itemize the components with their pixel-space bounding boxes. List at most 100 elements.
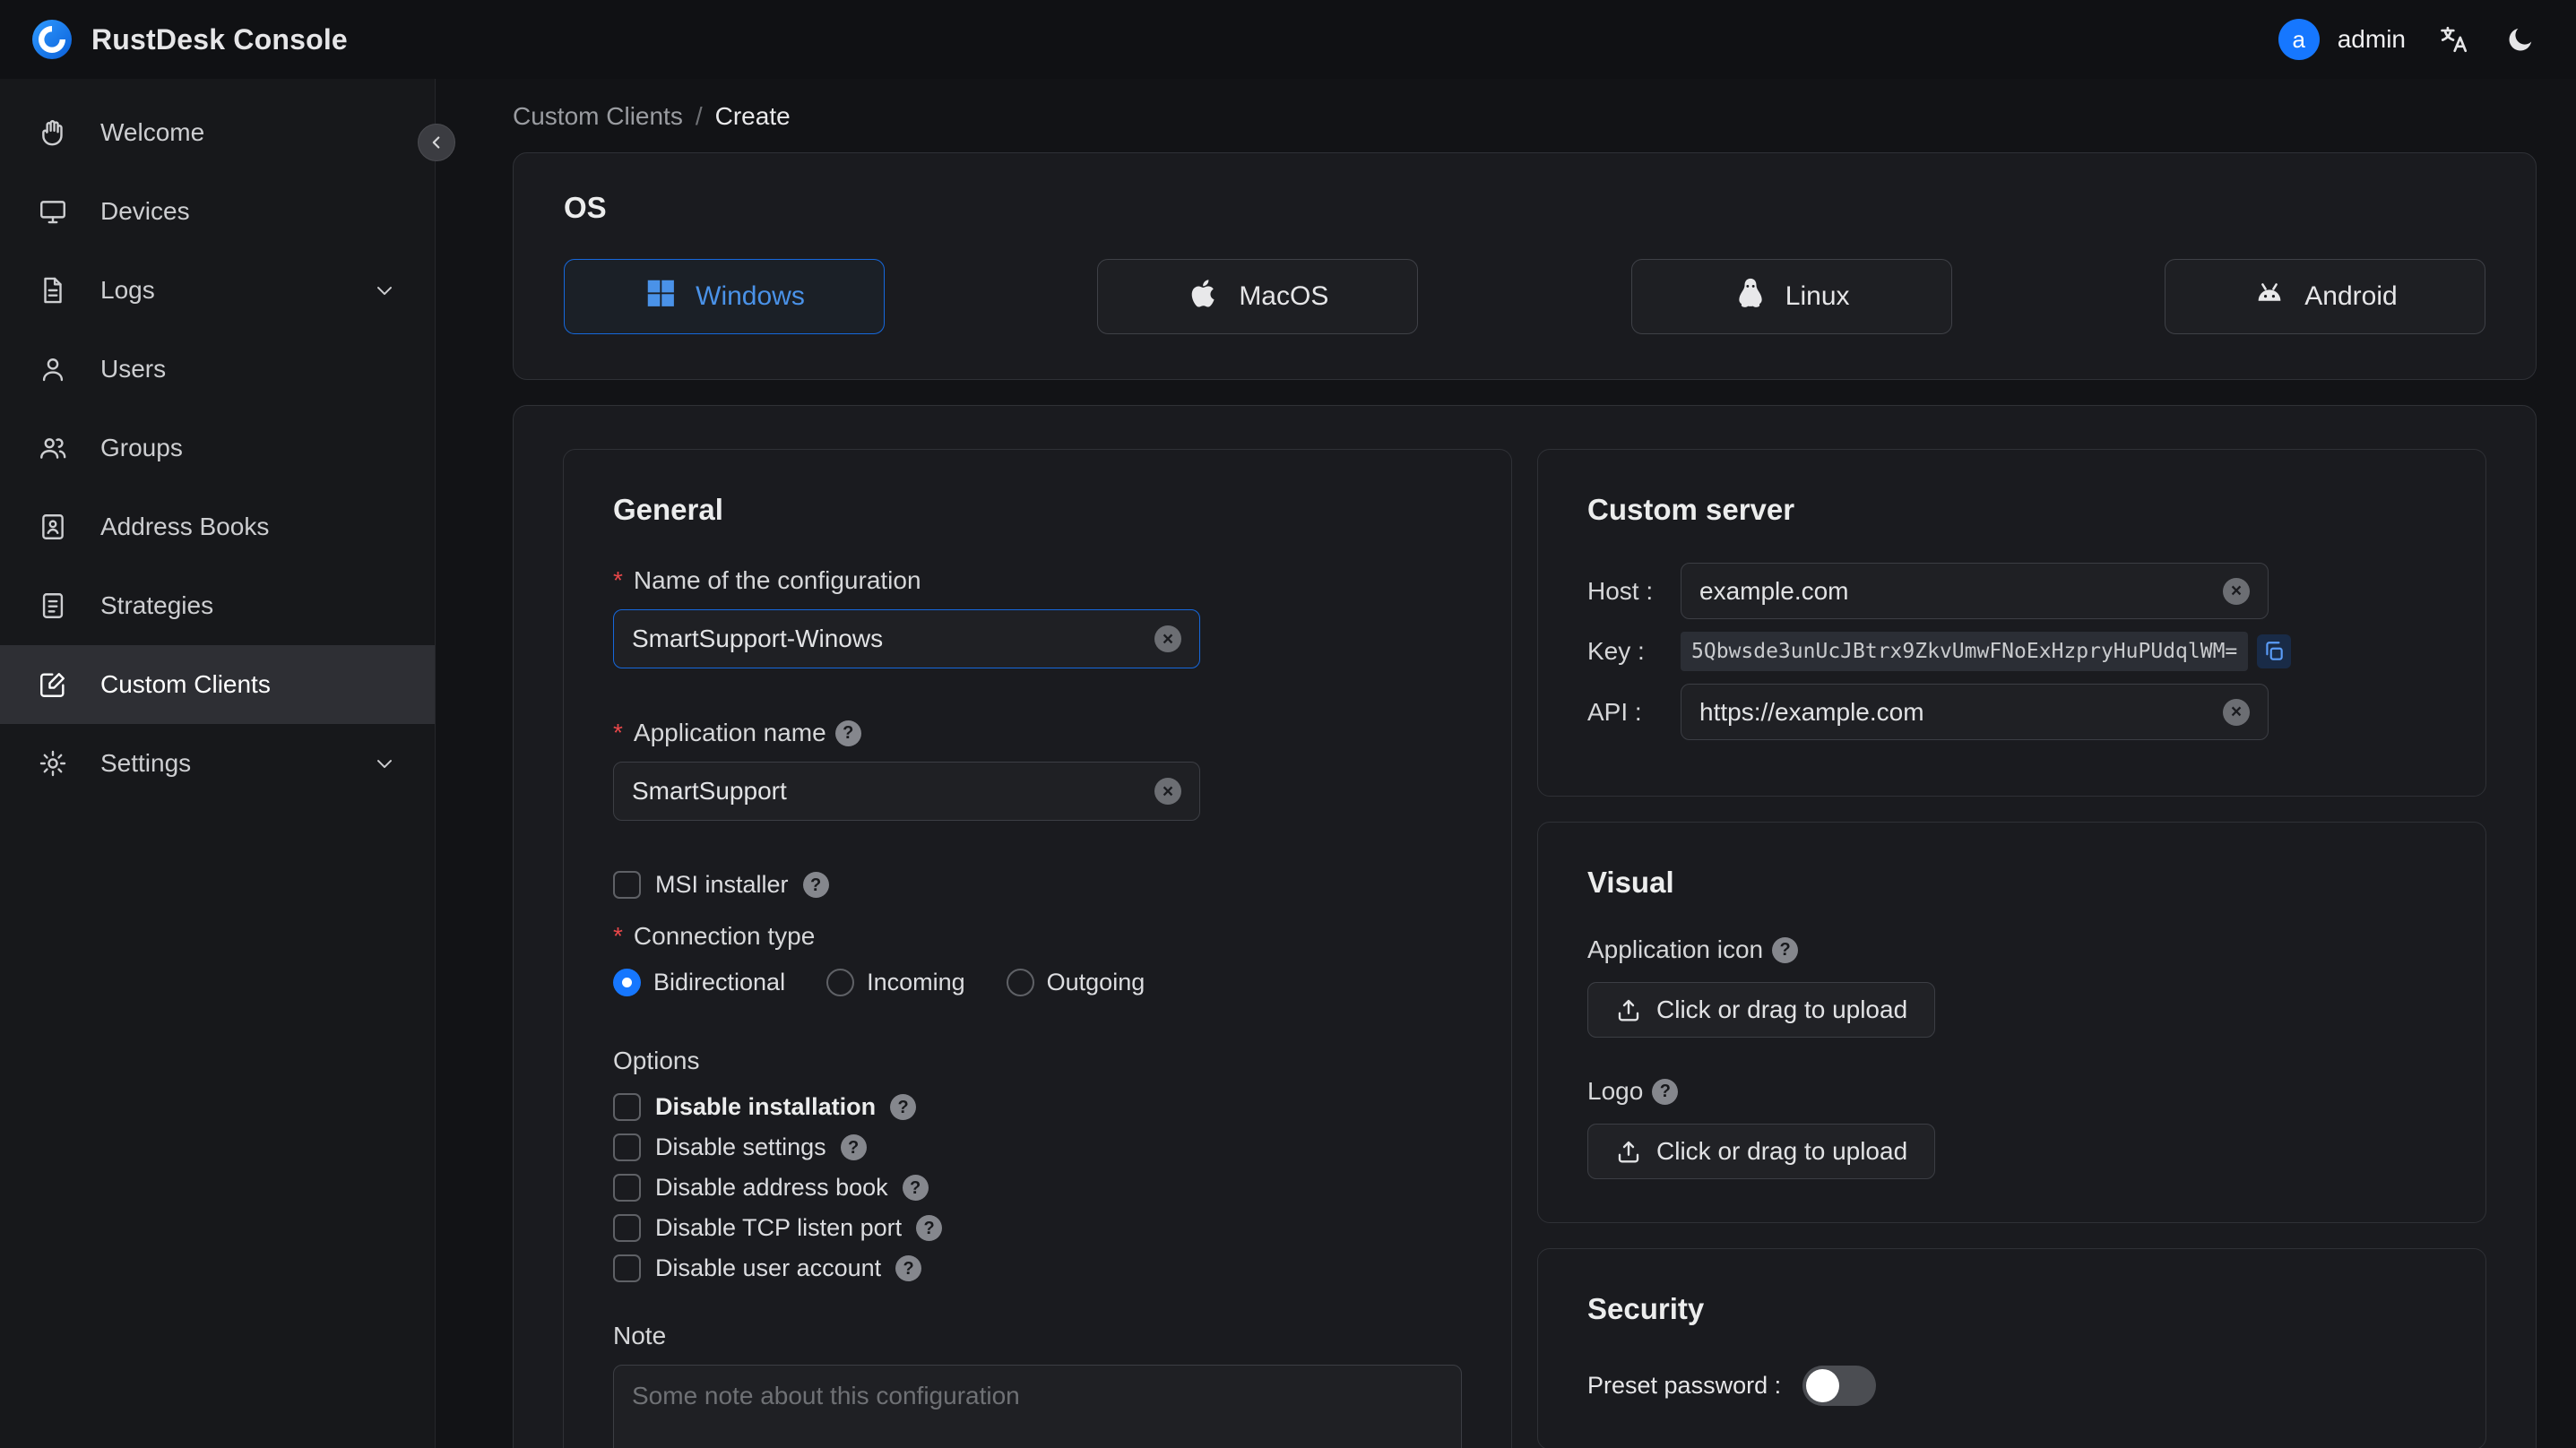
- required-marker: *: [613, 922, 623, 950]
- disable-installation-checkbox[interactable]: [613, 1093, 641, 1121]
- key-label: Key :: [1587, 637, 1645, 665]
- android-icon: [2252, 276, 2286, 317]
- edit-square-icon: [38, 669, 68, 700]
- key-row: Key : 5Qbwsde3unUcJBtrx9ZkvUmwFNoExHzpry…: [1587, 632, 2436, 671]
- note-textarea[interactable]: [613, 1365, 1462, 1448]
- radio-icon[interactable]: [826, 969, 855, 996]
- disable-address-book-checkbox[interactable]: [613, 1174, 641, 1202]
- msi-installer-checkbox[interactable]: [613, 871, 641, 899]
- custom-server-card: Custom server Host : × Key : 5Qbwsde3unU…: [1537, 449, 2486, 797]
- custom-server-title: Custom server: [1587, 493, 1795, 526]
- language-icon[interactable]: [2436, 22, 2472, 57]
- os-section: OS Windows MacOS Linux Android: [513, 152, 2537, 380]
- app-title: RustDesk Console: [91, 22, 348, 56]
- general-title: General: [613, 493, 723, 526]
- sidebar-item-custom-clients[interactable]: Custom Clients: [0, 645, 435, 724]
- sidebar-item-address-books[interactable]: Address Books: [0, 487, 435, 566]
- preset-password-row: Preset password :: [1587, 1366, 2436, 1406]
- logo-label: Logo ?: [1587, 1077, 2436, 1106]
- app-name-input[interactable]: [632, 777, 1142, 806]
- preset-password-toggle[interactable]: [1802, 1366, 1877, 1406]
- gear-icon: [38, 748, 68, 779]
- breadcrumb-parent[interactable]: Custom Clients: [513, 102, 683, 131]
- app-name-label: * Application name ?: [613, 719, 1462, 747]
- os-button-macos[interactable]: MacOS: [1097, 259, 1419, 334]
- os-button-android[interactable]: Android: [2164, 259, 2485, 334]
- connection-type-options: Bidirectional Incoming Outgoing: [613, 969, 1462, 996]
- username[interactable]: admin: [2338, 25, 2406, 54]
- help-icon[interactable]: ?: [916, 1215, 943, 1241]
- disable-user-account-checkbox[interactable]: [613, 1254, 641, 1282]
- upload-label: Click or drag to upload: [1656, 1137, 1908, 1165]
- sidebar-label: Logs: [100, 276, 155, 304]
- preset-password-label: Preset password :: [1587, 1372, 1782, 1399]
- radio-incoming[interactable]: Incoming: [826, 969, 965, 996]
- options-heading: Options: [613, 1047, 700, 1074]
- sidebar-item-devices[interactable]: Devices: [0, 172, 435, 251]
- help-icon[interactable]: ?: [1652, 1078, 1679, 1105]
- help-icon[interactable]: ?: [1772, 936, 1799, 963]
- dark-mode-icon[interactable]: [2503, 22, 2538, 57]
- msi-installer-label: MSI installer: [655, 871, 789, 898]
- disable-settings-checkbox[interactable]: [613, 1133, 641, 1161]
- radio-icon[interactable]: [1006, 969, 1034, 996]
- os-button-label: Windows: [696, 281, 805, 311]
- radio-outgoing[interactable]: Outgoing: [1006, 969, 1145, 996]
- copy-icon[interactable]: [2257, 634, 2292, 668]
- radio-bidirectional[interactable]: Bidirectional: [613, 969, 785, 996]
- os-button-linux[interactable]: Linux: [1630, 259, 1952, 334]
- radio-selected-icon[interactable]: [613, 969, 641, 996]
- help-icon[interactable]: ?: [834, 720, 861, 746]
- api-input[interactable]: [1699, 697, 2210, 727]
- logo-upload-button[interactable]: Click or drag to upload: [1587, 1124, 1936, 1179]
- sidebar-item-logs[interactable]: Logs: [0, 251, 435, 330]
- api-row: API : ×: [1587, 684, 2436, 740]
- disable-tcp-listen-port-checkbox[interactable]: [613, 1214, 641, 1242]
- note-label: Note: [613, 1322, 667, 1349]
- windows-icon: [644, 276, 678, 317]
- wave-hand-icon: [38, 117, 68, 148]
- host-row: Host : ×: [1587, 563, 2436, 619]
- option-disable-user-account: Disable user account ?: [613, 1254, 1462, 1282]
- sidebar-collapse-button[interactable]: [418, 124, 455, 161]
- create-form: General * Name of the configuration × * …: [513, 405, 2537, 1448]
- sidebar-label: Custom Clients: [100, 670, 271, 698]
- sidebar-label: Groups: [100, 434, 183, 461]
- key-value: 5Qbwsde3unUcJBtrx9ZkvUmwFNoExHzpryHuPUdq…: [1681, 632, 2249, 671]
- help-icon[interactable]: ?: [895, 1255, 922, 1281]
- clear-icon[interactable]: ×: [1154, 778, 1181, 805]
- clear-icon[interactable]: ×: [2223, 698, 2250, 726]
- clear-icon[interactable]: ×: [2223, 577, 2250, 605]
- help-icon[interactable]: ?: [802, 872, 829, 898]
- app-name-input-wrap: ×: [613, 762, 1200, 821]
- host-label: Host :: [1587, 576, 1654, 605]
- sidebar-item-users[interactable]: Users: [0, 330, 435, 409]
- msi-installer-row: MSI installer ?: [613, 871, 1462, 899]
- os-button-windows[interactable]: Windows: [564, 259, 885, 334]
- help-icon[interactable]: ?: [902, 1175, 929, 1201]
- sidebar-item-groups[interactable]: Groups: [0, 409, 435, 487]
- required-marker: *: [613, 566, 623, 594]
- upload-label: Click or drag to upload: [1656, 996, 1908, 1023]
- help-icon[interactable]: ?: [890, 1094, 917, 1120]
- strategy-list-icon: [38, 590, 68, 621]
- sidebar-item-welcome[interactable]: Welcome: [0, 93, 435, 172]
- name-input[interactable]: [632, 625, 1142, 653]
- option-disable-tcp-listen-port: Disable TCP listen port ?: [613, 1214, 1462, 1242]
- host-input[interactable]: [1699, 576, 2210, 606]
- name-input-wrap: ×: [613, 609, 1200, 668]
- sidebar-item-settings[interactable]: Settings: [0, 724, 435, 803]
- clear-icon[interactable]: ×: [1154, 625, 1181, 652]
- app-icon-upload-button[interactable]: Click or drag to upload: [1587, 982, 1936, 1038]
- security-title: Security: [1587, 1292, 1705, 1325]
- user-icon: [38, 354, 68, 384]
- linux-icon: [1733, 276, 1768, 317]
- api-input-wrap: ×: [1681, 684, 2269, 740]
- key-value-box: 5Qbwsde3unUcJBtrx9ZkvUmwFNoExHzpryHuPUdq…: [1681, 632, 2292, 671]
- file-icon: [38, 275, 68, 306]
- visual-card: Visual Application icon ? Click or drag …: [1537, 822, 2486, 1223]
- user-avatar[interactable]: a: [2278, 19, 2320, 60]
- sidebar-item-strategies[interactable]: Strategies: [0, 566, 435, 645]
- help-icon[interactable]: ?: [840, 1134, 867, 1160]
- application-icon-label: Application icon ?: [1587, 935, 2436, 964]
